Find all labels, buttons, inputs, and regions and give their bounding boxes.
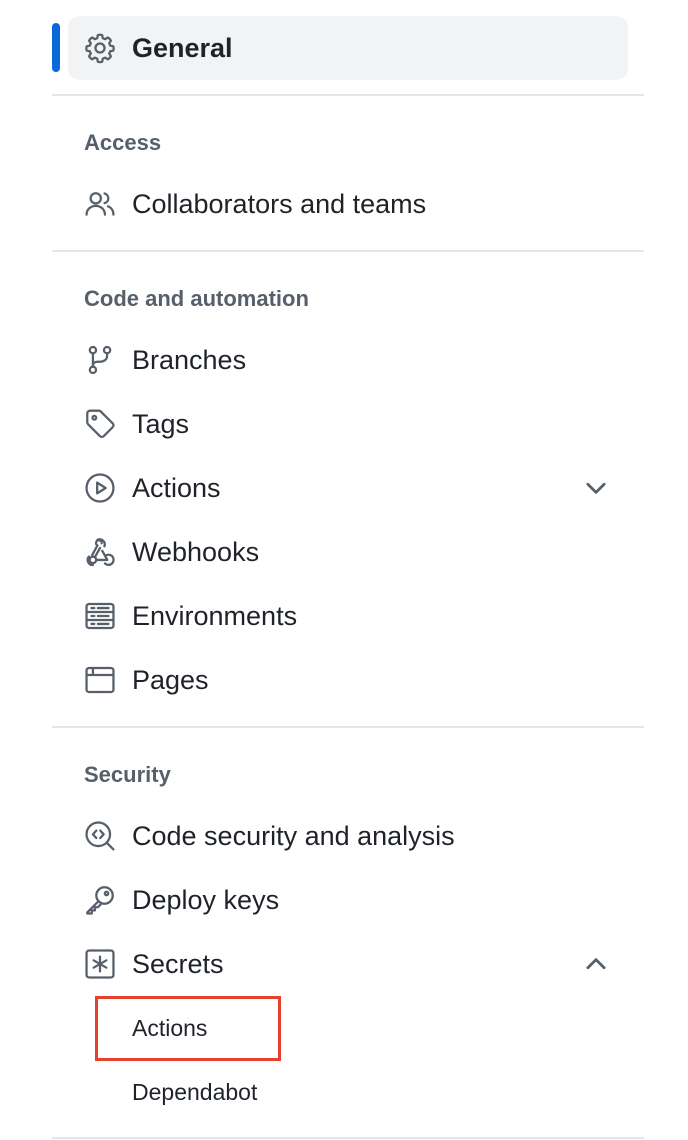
- sidebar-item-secrets[interactable]: Secrets: [68, 932, 628, 996]
- tag-icon: [83, 407, 117, 441]
- webhook-icon: [83, 535, 117, 569]
- server-icon: [83, 599, 117, 633]
- sidebar-item-label: Actions: [132, 473, 221, 503]
- browser-icon: [83, 663, 117, 697]
- sidebar-subitem-secrets-dependabot[interactable]: Dependabot: [96, 1062, 624, 1122]
- sidebar-item-label: Tags: [132, 409, 190, 439]
- section-heading-security: Security: [84, 762, 171, 787]
- gear-icon: [83, 31, 117, 65]
- sidebar-item-actions[interactable]: Actions: [68, 456, 628, 520]
- sidebar-item-label: Environments: [132, 601, 298, 631]
- sidebar-item-label: Webhooks: [132, 537, 260, 567]
- sidebar-item-code-security[interactable]: Code security and analysis: [68, 804, 628, 868]
- chevron-up-icon[interactable]: [581, 949, 611, 979]
- sidebar-item-label: Pages: [132, 665, 209, 695]
- sidebar-item-tags[interactable]: Tags: [68, 392, 628, 456]
- section-divider: [52, 1137, 644, 1139]
- section-divider: [52, 250, 644, 252]
- play-icon: [83, 471, 117, 505]
- codescan-icon: [83, 819, 117, 853]
- sidebar-item-label: General: [132, 33, 233, 63]
- active-indicator: [52, 23, 60, 72]
- section-heading-code-automation: Code and automation: [84, 286, 309, 311]
- key-icon: [83, 883, 117, 917]
- sidebar-item-label: Secrets: [132, 949, 224, 979]
- sidebar-item-collaborators[interactable]: Collaborators and teams: [68, 172, 628, 236]
- sidebar-subitem-secrets-actions[interactable]: Actions: [96, 998, 624, 1058]
- sidebar-item-label: Code security and analysis: [132, 821, 455, 851]
- people-icon: [83, 187, 117, 221]
- sidebar-item-deploy-keys[interactable]: Deploy keys: [68, 868, 628, 932]
- git-branch-icon: [83, 343, 117, 377]
- section-divider: [52, 94, 644, 96]
- key-asterisk-icon: [83, 947, 117, 981]
- section-divider: [52, 726, 644, 728]
- section-heading-access: Access: [84, 130, 162, 155]
- sidebar-item-label: Branches: [132, 345, 247, 375]
- sidebar-item-webhooks[interactable]: Webhooks: [68, 520, 628, 584]
- chevron-down-icon[interactable]: [581, 473, 611, 503]
- sidebar-subitem-label: Dependabot: [132, 1079, 258, 1105]
- sidebar-item-label: Deploy keys: [132, 885, 280, 915]
- sidebar-item-pages[interactable]: Pages: [68, 648, 628, 712]
- settings-sidebar-nav: General Access Collaborators and teams C…: [0, 0, 688, 1140]
- sidebar-subitem-label: Actions: [132, 1015, 208, 1041]
- sidebar-item-label: Collaborators and teams: [132, 189, 427, 219]
- sidebar-item-general[interactable]: General: [68, 16, 628, 80]
- sidebar-item-environments[interactable]: Environments: [68, 584, 628, 648]
- sidebar-item-branches[interactable]: Branches: [68, 328, 628, 392]
